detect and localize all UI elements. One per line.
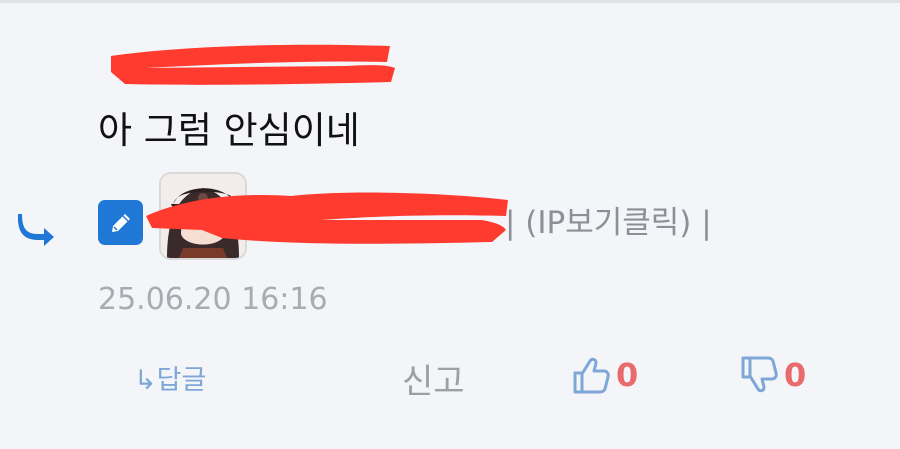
- reply-arrow-icon: [18, 214, 54, 246]
- reply-button-label: ↳답글: [134, 365, 207, 396]
- like-count: 0: [616, 356, 639, 394]
- pencil-icon: [111, 213, 130, 232]
- comment-timestamp: 25.06.20 16:16: [98, 282, 328, 317]
- thumbs-down-icon: [741, 356, 778, 393]
- report-button-label: 신고: [402, 362, 465, 402]
- dislike-count: 0: [784, 356, 807, 394]
- like-button[interactable]: 0: [572, 355, 638, 395]
- top-divider: [0, 0, 900, 3]
- reply-button[interactable]: ↳답글: [134, 358, 206, 397]
- ip-view-link[interactable]: | (IP보기클릭) |: [505, 197, 712, 242]
- edit-badge: [98, 200, 143, 245]
- comment-text: 아 그럼 안심이네: [98, 109, 360, 152]
- redaction-scribble-top: [111, 44, 395, 85]
- thumbs-up-icon: [573, 357, 610, 394]
- redaction-scribble-username: [146, 192, 508, 244]
- dislike-button[interactable]: 0: [740, 355, 806, 395]
- report-button[interactable]: 신고: [402, 354, 465, 403]
